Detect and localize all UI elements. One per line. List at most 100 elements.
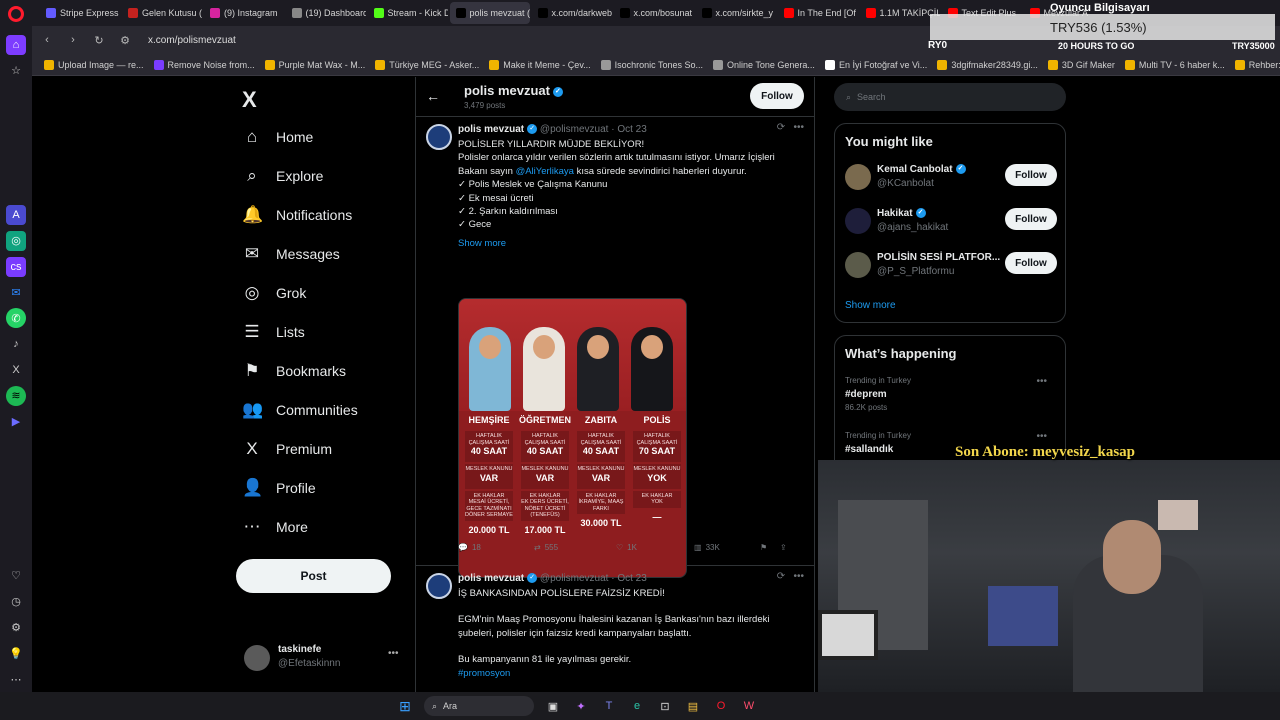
hashtag-link[interactable]: #promosyon [458, 667, 798, 680]
browser-tab[interactable]: Gelen Kutusu ( [122, 2, 202, 24]
nav-item-bookmarks[interactable]: ⚑ Bookmarks [242, 356, 346, 386]
chatgpt-icon[interactable]: ◎ [6, 231, 26, 251]
home-icon[interactable]: ⌂ [6, 34, 26, 55]
bookmark-item[interactable]: Make it Meme - Çev... [489, 59, 591, 70]
follow-button[interactable]: Follow [1005, 208, 1057, 230]
heart-icon[interactable]: ♡ [6, 566, 26, 586]
grok-icon[interactable]: ⟳ [777, 122, 785, 133]
share-button[interactable]: ⇪ [780, 543, 787, 552]
browser-tab[interactable]: Stream - Kick D [368, 2, 448, 24]
browser-tab[interactable]: x.com/bosunat [614, 2, 694, 24]
tweet-handle[interactable]: @polismevzuat [540, 573, 609, 584]
browser-tab[interactable]: x.com/sirkte_y [696, 2, 776, 24]
tweet-author[interactable]: polis mevzuat [458, 573, 524, 584]
avatar[interactable] [426, 573, 452, 599]
nav-item-premium[interactable]: X Premium [242, 434, 332, 464]
more-dots-icon[interactable]: ••• [793, 571, 804, 582]
bulb-icon[interactable]: 💡 [6, 643, 26, 663]
suggestion-item[interactable]: POLİSİN SESİ PLATFOR... @P_S_Platformu Fol… [845, 250, 1057, 286]
more-dots-icon[interactable]: ••• [1036, 376, 1047, 387]
account-switcher[interactable]: taskinefe @Efetaskinnn ••• [244, 642, 404, 682]
nav-item-explore[interactable]: ⌕ Explore [242, 161, 323, 191]
bookmark-item[interactable]: Rehber: Windows 1... [1234, 59, 1280, 70]
browser-tab[interactable]: Stripe Express [40, 2, 120, 24]
bookmark-item[interactable]: 3D Gif Maker [1047, 59, 1115, 70]
nav-item-more[interactable]: ⋯ More [242, 512, 308, 542]
search-input[interactable]: ⌕ Search [834, 83, 1066, 111]
like-button[interactable]: ♡ 1K [616, 543, 694, 552]
reload-icon[interactable]: ↻ [92, 34, 106, 47]
nav-item-lists[interactable]: ☰ Lists [242, 317, 304, 347]
nav-item-messages[interactable]: ✉ Messages [242, 239, 340, 269]
forward-icon[interactable]: › [66, 34, 80, 46]
app-icon[interactable]: W [740, 697, 758, 715]
follow-button[interactable]: Follow [750, 83, 804, 109]
bookmark-item[interactable]: Purple Mat Wax - M... [264, 59, 365, 70]
back-arrow-icon[interactable]: ← [426, 88, 440, 104]
bookmark-item[interactable]: Online Tone Genera... [713, 59, 815, 70]
tweet-date[interactable]: · Oct 23 [611, 573, 647, 584]
nav-item-communities[interactable]: 👥 Communities [242, 395, 358, 425]
bookmark-item[interactable]: En İyi Fotoğraf ve Vi... [824, 59, 927, 70]
cs-icon[interactable]: cs [6, 256, 26, 277]
player-icon[interactable]: ▶ [6, 412, 26, 432]
trend-item[interactable]: Trending in Turkey #deprem 86.2K posts ••• [845, 376, 1057, 412]
edge-icon[interactable]: e [628, 697, 646, 715]
browser-tab[interactable]: polis mevzuat (@polism [449, 2, 530, 24]
explorer-icon[interactable]: ▤ [684, 697, 702, 715]
suggestion-item[interactable]: Kemal Canbolat ✓ @KCanbolat Follow [845, 162, 1057, 198]
post-button[interactable]: Post [236, 559, 391, 593]
bookmark-item[interactable]: Isochronic Tones So... [600, 59, 703, 70]
settings-icon[interactable]: ⚙ [6, 618, 26, 638]
x-logo-icon[interactable]: X [242, 87, 257, 113]
bookmark-item[interactable]: Multi TV - 6 haber k... [1124, 59, 1225, 70]
opera-icon[interactable]: O [712, 697, 730, 715]
history-icon[interactable]: ◷ [6, 592, 26, 612]
bookmark-item[interactable]: Türkiye MEG - Asker... [375, 59, 479, 70]
spotify-icon[interactable]: ≋ [6, 385, 26, 406]
tweet[interactable]: polis mevzuat ✓ @polismevzuat · Oct 23 ⟳ … [416, 567, 814, 692]
tweet-handle[interactable]: @polismevzuat [540, 124, 609, 135]
tiktok-icon[interactable]: ♪ [6, 334, 26, 354]
suggestion-item[interactable]: Hakikat ✓ @ajans_hakikat Follow [845, 206, 1057, 242]
bookmark-item[interactable]: Upload Image — re... [44, 59, 144, 70]
browser-tab[interactable]: (19) Dashboard [286, 2, 366, 24]
teams-icon[interactable]: T [600, 697, 618, 715]
avatar[interactable] [426, 124, 452, 150]
nav-item-profile[interactable]: 👤 Profile [242, 473, 316, 503]
follow-button[interactable]: Follow [1005, 252, 1057, 274]
show-more-link[interactable]: Show more [458, 237, 798, 250]
url-input[interactable]: x.com/polismevzuat [148, 35, 236, 46]
show-more-link[interactable]: Show more [845, 300, 896, 311]
taskbar-search[interactable]: ⌕ Ara [424, 696, 534, 716]
copilot-icon[interactable]: ✦ [572, 697, 590, 715]
follow-button[interactable]: Follow [1005, 164, 1057, 186]
bookmark-item[interactable]: 3dgifmaker28349.gi... [937, 59, 1038, 70]
store-icon[interactable]: ⊡ [656, 697, 674, 715]
browser-tab[interactable]: x.com/darkweb [532, 2, 612, 24]
x-icon[interactable]: X [6, 360, 26, 380]
tweet[interactable]: polis mevzuat ✓ @polismevzuat · Oct 23 ⟳ … [416, 118, 814, 578]
whatsapp-icon[interactable]: ✆ [6, 308, 26, 329]
avatar[interactable] [845, 252, 871, 278]
browser-tab[interactable]: In The End [Of [778, 2, 858, 24]
avatar[interactable] [845, 208, 871, 234]
avatar[interactable] [845, 164, 871, 190]
aria-icon[interactable]: A [6, 205, 26, 226]
views-button[interactable]: ▥ 33K [694, 543, 760, 552]
browser-tab[interactable]: 1.1M TAKİPÇİL [860, 2, 940, 24]
tweet-date[interactable]: · Oct 23 [611, 124, 647, 135]
tweet-image[interactable]: HEMŞİRE HAFTALIK ÇALIŞMA SAATİ 40 SAAT MESL… [458, 298, 687, 578]
nav-item-grok[interactable]: ◎ Grok [242, 278, 307, 308]
back-icon[interactable]: ‹ [40, 34, 54, 46]
messenger-icon[interactable]: ✉ [6, 283, 26, 303]
windows-start-icon[interactable]: ⊞ [396, 697, 414, 715]
nav-item-notifications[interactable]: 🔔 Notifications [242, 200, 352, 230]
nav-item-home[interactable]: ⌂ Home [242, 122, 314, 152]
tweet-author[interactable]: polis mevzuat [458, 124, 524, 135]
browser-tab[interactable]: (9) Instagram [204, 2, 284, 24]
more-icon[interactable]: ⋯ [6, 669, 26, 689]
more-dots-icon[interactable]: ••• [1036, 431, 1047, 442]
repost-button[interactable]: ⇄ 555 [534, 543, 616, 552]
bookmark-item[interactable]: Remove Noise from... [153, 59, 255, 70]
